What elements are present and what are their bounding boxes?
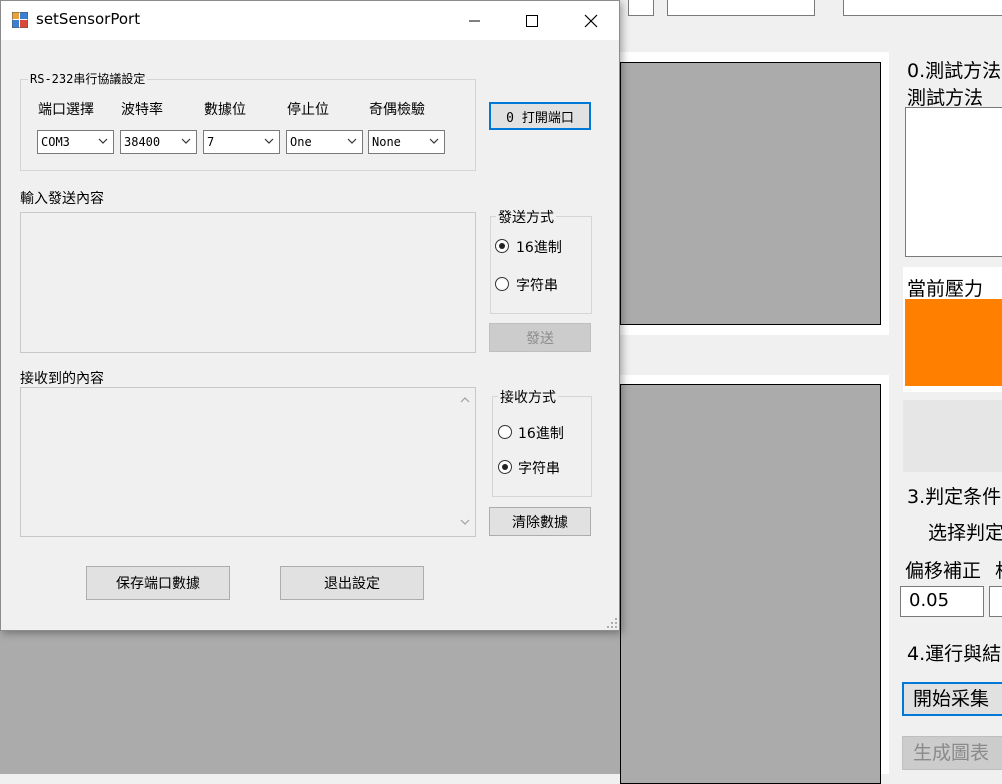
start-capture-button[interactable]: 開始采集: [902, 682, 1002, 716]
set-sensor-port-dialog: setSensorPort RS-232串行協議設定 端口選擇 波特率 數據位 …: [0, 0, 620, 631]
chevron-down-icon: [347, 138, 357, 144]
chevron-down-icon: [429, 138, 439, 144]
parity-select[interactable]: None: [368, 130, 445, 154]
upper-chart-area: [620, 62, 881, 325]
port-header: 端口選擇: [38, 102, 94, 118]
received-content-label: 接收到的內容: [20, 371, 104, 387]
received-scrollbar[interactable]: [455, 388, 475, 536]
rs232-group-title: RS-232串行協議設定: [28, 70, 148, 87]
panel2-block: [903, 400, 1002, 472]
panel3-title: 3.判定条件: [907, 486, 1002, 508]
send-button[interactable]: 發送: [489, 323, 591, 352]
send-hex-radio[interactable]: [495, 239, 509, 253]
receive-mode-title: 接收方式: [498, 387, 558, 407]
stopbits-select[interactable]: One: [286, 130, 363, 154]
stopbits-select-value: One: [290, 135, 312, 149]
background-top-field[interactable]: [628, 0, 654, 16]
send-content-label: 輸入發送內容: [20, 191, 104, 207]
port-select-value: COM3: [41, 135, 70, 149]
resize-grip-icon[interactable]: [606, 617, 618, 629]
upper-chart-panel: [620, 52, 889, 335]
send-hex-label[interactable]: 16進制: [516, 237, 562, 257]
main-chart-area-bottom: [0, 631, 620, 774]
title-bar[interactable]: setSensorPort: [1, 1, 619, 40]
lower-chart-panel: [620, 375, 889, 784]
window-title: setSensorPort: [36, 10, 141, 28]
background-top-field[interactable]: [667, 0, 815, 16]
exit-settings-button[interactable]: 退出設定: [280, 566, 424, 600]
offset-label-cut: 相: [995, 556, 1002, 583]
scroll-up-icon[interactable]: [460, 396, 470, 403]
pressure-label: 當前壓力: [907, 278, 984, 300]
offset-label: 偏移補正: [905, 560, 982, 582]
baud-header: 波特率: [121, 102, 163, 118]
save-port-data-button[interactable]: 保存端口數據: [86, 566, 230, 600]
received-content-textarea[interactable]: [20, 387, 476, 537]
databits-header: 數據位: [204, 102, 246, 118]
panel0-subtitle: 測試方法: [907, 87, 984, 109]
close-icon: [584, 14, 598, 27]
chevron-down-icon: [264, 138, 274, 144]
panel0-title: 0.測試方法: [907, 60, 1002, 82]
scroll-down-icon[interactable]: [460, 519, 470, 526]
panel3-subtitle: 选择判定: [928, 522, 1002, 544]
chevron-down-icon: [181, 138, 191, 144]
test-method-list[interactable]: [905, 107, 1002, 257]
minimize-button[interactable]: [451, 1, 499, 40]
right-control-column: 0.測試方法 測試方法 當前壓力 3.判定条件 选择判定 偏移補正 相 0.05…: [893, 52, 1002, 774]
send-content-textarea[interactable]: [20, 212, 476, 353]
baud-select-value: 38400: [124, 135, 161, 149]
rs232-groupbox: [20, 79, 476, 171]
close-button[interactable]: [567, 1, 615, 40]
chevron-down-icon: [98, 138, 108, 144]
send-mode-title: 發送方式: [496, 207, 556, 227]
receive-hex-label[interactable]: 16進制: [518, 423, 564, 443]
databits-select[interactable]: 7: [203, 130, 280, 154]
send-string-label[interactable]: 字符串: [516, 275, 558, 295]
generate-chart-button[interactable]: 生成圖表: [902, 736, 1002, 770]
baud-select[interactable]: 38400: [120, 130, 197, 154]
offset-input-2[interactable]: [989, 586, 1002, 617]
parity-select-value: None: [372, 135, 401, 149]
lower-chart-area: [620, 384, 881, 784]
pressure-indicator: [905, 299, 1002, 386]
port-select[interactable]: COM3: [37, 130, 114, 154]
send-mode-groupbox: [490, 216, 592, 314]
databits-select-value: 7: [207, 135, 215, 149]
background-top-field[interactable]: [843, 0, 1002, 16]
receive-hex-radio[interactable]: [498, 425, 512, 439]
panel4-title: 4.運行與結: [907, 643, 1002, 665]
receive-string-label[interactable]: 字符串: [518, 458, 560, 478]
receive-mode-groupbox: [492, 396, 592, 497]
maximize-icon: [526, 14, 538, 27]
offset-input[interactable]: 0.05: [900, 586, 984, 617]
minimize-icon: [469, 20, 480, 21]
receive-string-radio[interactable]: [498, 460, 512, 474]
clear-data-button[interactable]: 清除數據: [489, 507, 591, 536]
app-icon: [12, 12, 28, 28]
parity-header: 奇偶檢驗: [369, 102, 425, 118]
maximize-button[interactable]: [508, 1, 556, 40]
stopbits-header: 停止位: [287, 102, 329, 118]
send-string-radio[interactable]: [495, 277, 509, 291]
open-port-button[interactable]: 0 打開端口: [489, 102, 591, 130]
